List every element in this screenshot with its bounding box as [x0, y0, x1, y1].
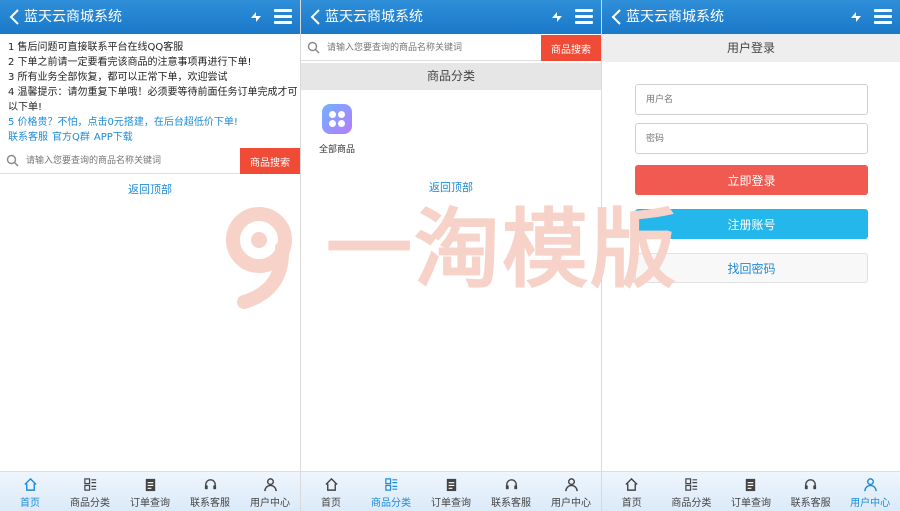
search-button[interactable]: 商品搜索 [541, 35, 601, 61]
category-icon [685, 478, 698, 491]
notice-line: 4 温馨提示：请勿重复下单哦！必须要等待前面任务订单完成才可以下单! [8, 87, 298, 113]
contact-service-link[interactable]: 联系客服 [8, 132, 48, 143]
user-icon [863, 478, 877, 492]
menu-icon[interactable] [575, 9, 593, 24]
refresh-icon[interactable] [248, 9, 264, 25]
home-screen: 蓝天云商城系统 1 售后问题可直接联系平台在线QQ客服 2 下单之前请一定要看完… [0, 0, 300, 511]
tab-contact-service[interactable]: 联系客服 [481, 472, 541, 511]
all-products-icon [322, 104, 352, 134]
username-input[interactable] [635, 84, 868, 115]
tab-contact-service[interactable]: 联系客服 [781, 472, 841, 511]
tab-home[interactable]: 首页 [301, 472, 361, 511]
search-input[interactable] [327, 38, 527, 58]
password-input[interactable] [635, 123, 868, 154]
back-to-top-link[interactable]: 返回顶部 [0, 181, 300, 197]
home-icon [324, 477, 338, 491]
back-arrow-icon[interactable] [308, 8, 324, 26]
search-icon [6, 154, 19, 167]
top-bar: 蓝天云商城系统 [0, 0, 300, 34]
home-icon [625, 477, 638, 491]
order-icon [746, 478, 756, 492]
order-icon [446, 478, 456, 492]
notice-board: 1 售后问题可直接联系平台在线QQ客服 2 下单之前请一定要看完该商品的注意事项… [8, 40, 298, 145]
user-icon [263, 478, 277, 492]
category-icon [83, 478, 96, 491]
notice-line: 3 所有业务全部恢复，都可以正常下单，欢迎尝试 [8, 72, 228, 83]
app-title: 蓝天云商城系统 [626, 9, 724, 25]
headset-icon [804, 479, 817, 490]
register-button[interactable]: 注册账号 [635, 209, 868, 239]
tab-categories[interactable]: 商品分类 [60, 472, 120, 511]
app-title: 蓝天云商城系统 [325, 9, 423, 25]
category-item-all-products[interactable]: 全部商品 [313, 104, 361, 155]
tab-order-query[interactable]: 订单查询 [421, 472, 481, 511]
back-to-top-link[interactable]: 返回顶部 [301, 179, 601, 195]
tab-user-center[interactable]: 用户中心 [840, 472, 900, 511]
search-bar: 商品搜索 [0, 148, 300, 174]
menu-icon[interactable] [874, 9, 892, 24]
category-item-label: 全部商品 [318, 145, 355, 155]
tab-home[interactable]: 首页 [0, 472, 60, 511]
user-icon [564, 478, 578, 492]
tab-user-center[interactable]: 用户中心 [240, 472, 300, 511]
notice-line: 2 下单之前请一定要看完该商品的注意事项再进行下单! [8, 57, 252, 68]
notice-line: 1 售后问题可直接联系平台在线QQ客服 [8, 42, 184, 53]
login-header: 用户登录 [602, 34, 900, 62]
search-bar: 商品搜索 [301, 35, 601, 61]
login-screen: 蓝天云商城系统 用户登录 立即登录 注册账号 找回密码 首页 商品分类 订单查询… [602, 0, 900, 511]
tab-home[interactable]: 首页 [602, 472, 662, 511]
category-icon [384, 478, 397, 491]
notice-line-free-build[interactable]: 5 价格贵？不怕，点击0元搭建，在后台超低价下单! [8, 115, 298, 130]
refresh-icon[interactable] [549, 9, 565, 25]
official-qq-group-link[interactable]: 官方Q群 [52, 132, 90, 143]
login-button[interactable]: 立即登录 [635, 165, 868, 195]
tab-contact-service[interactable]: 联系客服 [180, 472, 240, 511]
search-button[interactable]: 商品搜索 [240, 148, 300, 174]
tab-categories[interactable]: 商品分类 [662, 472, 722, 511]
forgot-password-button[interactable]: 找回密码 [635, 253, 868, 283]
order-icon [145, 478, 155, 492]
refresh-icon[interactable] [848, 9, 864, 25]
tab-user-center[interactable]: 用户中心 [541, 472, 601, 511]
tab-categories[interactable]: 商品分类 [361, 472, 421, 511]
tab-order-query[interactable]: 订单查询 [120, 472, 180, 511]
back-arrow-icon[interactable] [609, 8, 625, 26]
top-bar: 蓝天云商城系统 [602, 0, 900, 34]
category-screen: 蓝天云商城系统 商品搜索 商品分类 全部商品 返回顶部 首页 商品分类 订单查询 [301, 0, 601, 511]
menu-icon[interactable] [274, 9, 292, 24]
search-icon [307, 41, 320, 54]
app-title: 蓝天云商城系统 [24, 9, 122, 25]
home-icon [23, 477, 37, 491]
headset-icon [204, 479, 216, 490]
back-arrow-icon[interactable] [7, 8, 23, 26]
bottom-tab-bar: 首页 商品分类 订单查询 联系客服 用户中心 [0, 471, 300, 511]
headset-icon [505, 479, 517, 490]
notice-links: 联系客服 官方Q群 APP下载 [8, 130, 298, 145]
tab-order-query[interactable]: 订单查询 [721, 472, 781, 511]
search-input[interactable] [26, 151, 226, 171]
app-download-link[interactable]: APP下载 [94, 132, 133, 143]
bottom-tab-bar: 首页 商品分类 订单查询 联系客服 用户中心 [301, 471, 601, 511]
bottom-tab-bar: 首页 商品分类 订单查询 联系客服 用户中心 [602, 471, 900, 511]
top-bar: 蓝天云商城系统 [301, 0, 601, 34]
category-header: 商品分类 [301, 63, 601, 90]
